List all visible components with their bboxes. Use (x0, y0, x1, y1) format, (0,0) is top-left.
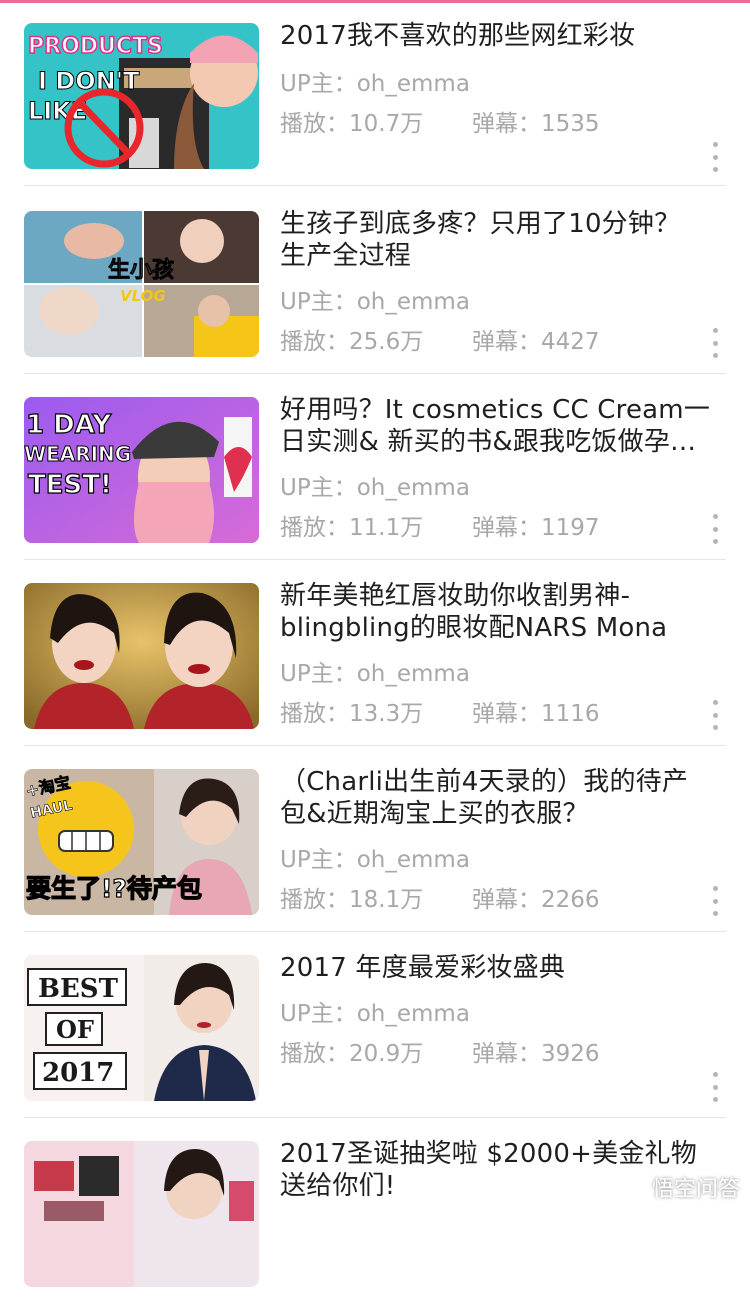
thumb-text-1: PRODUCTS (28, 34, 163, 59)
play-count: 播放：13.3万 (280, 701, 424, 727)
thumb-text-2: WEARING (24, 442, 131, 466)
video-stats: 播放：25.6万 弹幕：4427 (280, 327, 600, 357)
thumb-text-2: I DON'T (38, 67, 140, 95)
video-item[interactable]: BEST OF 2017 2017 年度最爱彩妆盛典 UP主：oh_emma 播… (0, 932, 750, 1118)
watermark-text: 悟空问答 (651, 1177, 740, 1202)
title-line: 好用吗？It cosmetics CC Cream一 (280, 395, 711, 425)
title-line: 生孩子到底多疼？只用了10分钟？ (280, 209, 681, 239)
thumb-text-3: 要生了!?待产包 (26, 874, 202, 903)
thumbnail-art (24, 1141, 259, 1287)
uploader-label: UP主：oh_emma (280, 289, 470, 315)
thumb-text-3: 2017 (42, 1058, 114, 1088)
danmaku-count: 弹幕：3926 (472, 1041, 600, 1067)
divider (24, 185, 726, 186)
video-thumbnail[interactable]: +淘宝 HAUL 要生了!?待产包 (24, 769, 259, 915)
video-title[interactable]: 生孩子到底多疼？只用了10分钟？ 生产全过程 (280, 208, 730, 272)
video-item[interactable]: PRODUCTS I DON'T LIKE 2017我不喜欢的那些网红彩妆 UP… (0, 0, 750, 186)
uploader-label: UP主：oh_emma (280, 475, 470, 501)
title-line: 日实测& 新买的书&跟我吃饭做孕… (280, 427, 697, 457)
title-line: 新年美艳红唇妆助你收割男神- (280, 581, 631, 611)
wukong-logo-icon (616, 1174, 646, 1200)
play-count: 播放：11.1万 (280, 515, 424, 541)
thumb-text-2: VLOG (120, 287, 166, 305)
video-title[interactable]: 2017我不喜欢的那些网红彩妆 (280, 20, 730, 52)
more-vertical-icon[interactable] (704, 142, 726, 172)
title-line: 2017圣诞抽奖啦 $2000+美金礼物 (280, 1139, 697, 1169)
title-line: 包&近期淘宝上买的衣服？ (280, 799, 589, 829)
thumbnail-art: BEST OF 2017 (24, 955, 259, 1101)
video-item[interactable]: 1 DAY WEARING TEST! 好用吗？It cosmetics CC … (0, 374, 750, 560)
title-line: blingbling的眼妆配NARS Mona (280, 613, 668, 643)
video-thumbnail[interactable]: BEST OF 2017 (24, 955, 259, 1101)
video-stats: 播放：18.1万 弹幕：2266 (280, 885, 600, 915)
thumb-text-1: 生小孩 (108, 257, 174, 283)
thumbnail-art: 1 DAY WEARING TEST! (24, 397, 259, 543)
video-stats: 播放：13.3万 弹幕：1116 (280, 699, 600, 729)
title-line: 2017我不喜欢的那些网红彩妆 (280, 21, 636, 51)
uploader-label: UP主：oh_emma (280, 847, 470, 873)
thumbnail-art (24, 583, 259, 729)
more-vertical-icon[interactable] (704, 700, 726, 730)
danmaku-count: 弹幕：4427 (472, 329, 600, 355)
play-count: 播放：20.9万 (280, 1041, 424, 1067)
video-item[interactable]: 生小孩 VLOG 生孩子到底多疼？只用了10分钟？ 生产全过程 UP主：oh_e… (0, 188, 750, 374)
video-title[interactable]: 好用吗？It cosmetics CC Cream一 日实测& 新买的书&跟我吃… (280, 394, 730, 458)
thumb-text-1: BEST (38, 974, 119, 1004)
video-thumbnail[interactable] (24, 583, 259, 729)
play-count: 播放：18.1万 (280, 887, 424, 913)
video-stats: 播放：20.9万 弹幕：3926 (280, 1039, 600, 1069)
title-line: （Charli出生前4天录的）我的待产 (280, 767, 689, 797)
title-line: 生产全过程 (280, 241, 412, 271)
title-line: 2017 年度最爱彩妆盛典 (280, 953, 566, 983)
video-stats: 播放：11.1万 弹幕：1197 (280, 513, 600, 543)
danmaku-count: 弹幕：2266 (472, 887, 600, 913)
danmaku-count: 弹幕：1197 (472, 515, 600, 541)
watermark: 悟空问答 (616, 1171, 740, 1203)
video-thumbnail[interactable]: PRODUCTS I DON'T LIKE (24, 23, 259, 169)
video-list: PRODUCTS I DON'T LIKE 2017我不喜欢的那些网红彩妆 UP… (0, 0, 750, 1287)
video-title[interactable]: （Charli出生前4天录的）我的待产 包&近期淘宝上买的衣服？ (280, 766, 730, 830)
video-item[interactable]: +淘宝 HAUL 要生了!?待产包 （Charli出生前4天录的）我的待产 包&… (0, 746, 750, 932)
danmaku-count: 弹幕：1116 (472, 701, 600, 727)
video-stats: 播放：10.7万 弹幕：1535 (280, 109, 600, 139)
uploader-label: UP主：oh_emma (280, 661, 470, 687)
thumb-text-1: 1 DAY (26, 410, 112, 440)
thumbnail-art: +淘宝 HAUL 要生了!?待产包 (24, 769, 259, 915)
thumbnail-art: PRODUCTS I DON'T LIKE (24, 23, 259, 169)
more-vertical-icon[interactable] (704, 514, 726, 544)
thumb-text-3: TEST! (28, 470, 112, 500)
play-count: 播放：10.7万 (280, 111, 424, 137)
more-vertical-icon[interactable] (704, 328, 726, 358)
uploader-label: UP主：oh_emma (280, 1001, 470, 1027)
video-title[interactable]: 新年美艳红唇妆助你收割男神- blingbling的眼妆配NARS Mona (280, 580, 730, 644)
play-count: 播放：25.6万 (280, 329, 424, 355)
thumbnail-art: 生小孩 VLOG (24, 211, 259, 357)
more-vertical-icon[interactable] (704, 886, 726, 916)
danmaku-count: 弹幕：1535 (472, 111, 600, 137)
uploader-label: UP主：oh_emma (280, 71, 470, 97)
video-item[interactable]: 新年美艳红唇妆助你收割男神- blingbling的眼妆配NARS Mona U… (0, 560, 750, 746)
video-thumbnail[interactable]: 1 DAY WEARING TEST! (24, 397, 259, 543)
video-item[interactable]: 2017圣诞抽奖啦 $2000+美金礼物 送给你们! (0, 1118, 750, 1304)
thumb-text-2: OF (56, 1015, 94, 1044)
video-thumbnail[interactable] (24, 1141, 259, 1287)
video-thumbnail[interactable]: 生小孩 VLOG (24, 211, 259, 357)
more-vertical-icon[interactable] (704, 1072, 726, 1102)
video-title[interactable]: 2017 年度最爱彩妆盛典 (280, 952, 730, 984)
